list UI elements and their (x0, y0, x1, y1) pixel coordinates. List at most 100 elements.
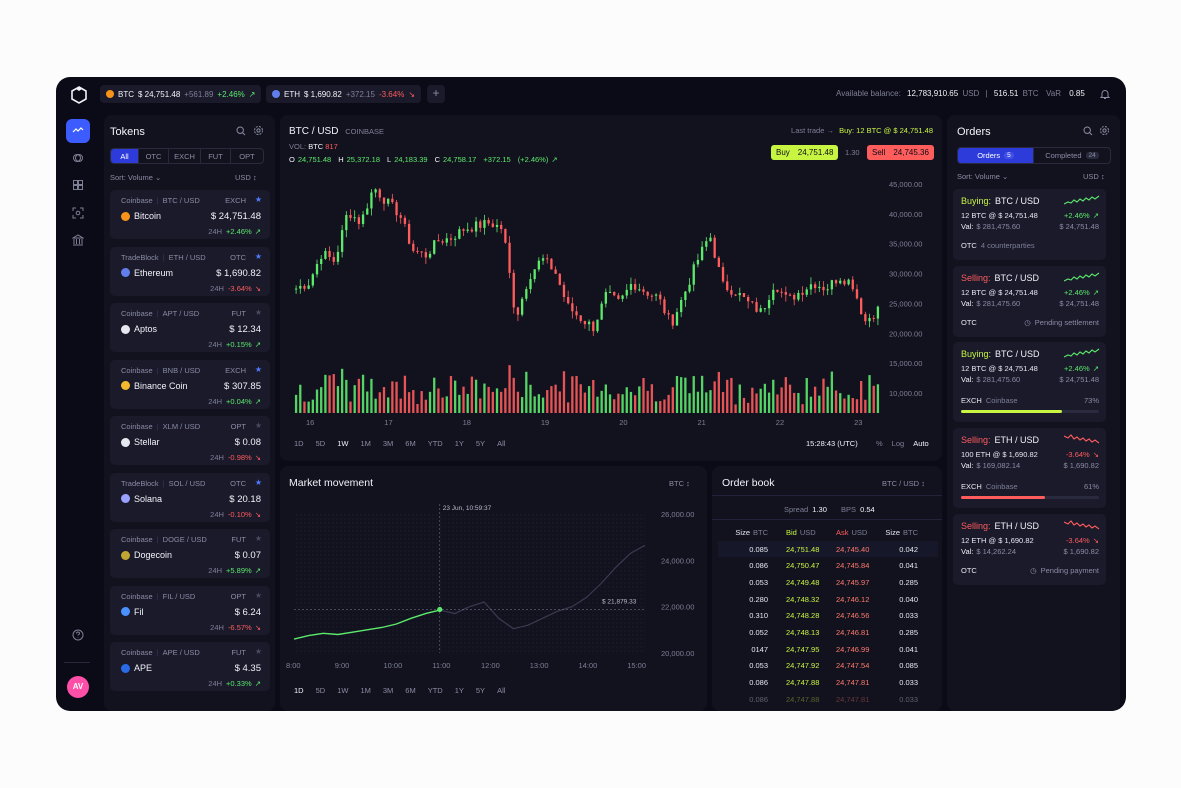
ob-row[interactable]: 0.052 24,748.13 24,746.81 0.285 (718, 624, 938, 641)
range-1d[interactable]: 1D (294, 686, 304, 695)
star-icon[interactable]: ★ (255, 365, 262, 374)
nav-bank[interactable] (66, 228, 90, 252)
filter-all[interactable]: All (111, 149, 139, 163)
gear-icon[interactable] (1099, 125, 1110, 136)
token-card[interactable]: Coinbase | APT / USD FUT ★ Aptos $ 12.34 24H +0.… (110, 303, 270, 352)
range-5y[interactable]: 5Y (476, 686, 485, 695)
order-card[interactable]: Buying: BTC / USD 12 BTC @ $ 24,751.48 Val:… (953, 189, 1106, 260)
range-1m[interactable]: 1M (360, 439, 370, 448)
ticker-eth[interactable]: ETH $ 1,690.82 +372.15 -3.64% ↘ (266, 85, 422, 103)
ob-row[interactable]: 0.085 24,751.48 24,745.40 0.042 (718, 540, 938, 558)
range-all[interactable]: All (497, 439, 505, 448)
search-icon[interactable] (236, 126, 246, 136)
auto-toggle[interactable]: Auto (913, 439, 928, 448)
range-3m[interactable]: 3M (383, 686, 393, 695)
token-card[interactable]: TradeBlock | ETH / USD OTC ★ Ethereum $ 1,690.… (110, 246, 270, 296)
log-toggle[interactable]: Log (892, 439, 905, 448)
mm-currency-dropdown[interactable]: BTC ↕ (669, 479, 690, 488)
range-5d[interactable]: 5D (316, 686, 326, 695)
candle-body (328, 250, 331, 257)
ticker-btc[interactable]: BTC $ 24,751.48 +561.89 +2.46% ↗ (100, 85, 262, 103)
highlight-point[interactable] (437, 606, 443, 613)
sell-label: Sell (872, 148, 886, 157)
currency-dropdown[interactable]: USD ↕ (235, 173, 257, 182)
range-6m[interactable]: 6M (405, 686, 415, 695)
range-1d[interactable]: 1D (294, 439, 304, 448)
gear-icon[interactable] (253, 125, 264, 136)
volume-bar (692, 376, 695, 413)
tab-completed[interactable]: Completed 24 (1034, 148, 1110, 163)
filter-exch[interactable]: EXCH (169, 149, 201, 163)
star-icon[interactable]: ★ (255, 195, 262, 204)
ob-row[interactable]: 0.086 24,750.47 24,745.84 0.041 (718, 557, 938, 574)
star-icon[interactable]: ★ (255, 534, 262, 543)
star-icon[interactable]: ★ (255, 308, 262, 317)
token-card[interactable]: Coinbase | FIL / USD OPT ★ Fil $ 6.24 24H -6.57%… (110, 585, 270, 635)
volume-bar (721, 392, 725, 413)
star-icon[interactable]: ★ (255, 478, 262, 487)
avatar[interactable]: AV (67, 676, 89, 698)
range-1w[interactable]: 1W (337, 439, 348, 448)
order-change: +2.46% ↗ (1064, 288, 1099, 297)
token-card[interactable]: TradeBlock | SOL / USD OTC ★ Solana $ 20.18 24H… (110, 472, 270, 522)
y-tick-label: 45,000.00 (889, 180, 922, 189)
ob-row[interactable]: 0.053 24,749.48 24,745.97 0.285 (718, 574, 938, 591)
nav-scan[interactable] (66, 201, 90, 225)
ob-row[interactable]: 0147 24,747.95 24,746.99 0.041 (718, 641, 938, 658)
star-icon[interactable]: ★ (255, 647, 262, 656)
order-card[interactable]: Selling: BTC / USD 12 BTC @ $ 24,751.48 Val… (953, 266, 1106, 337)
nav-dashboard[interactable] (66, 173, 90, 197)
sort-dropdown[interactable]: Sort: Volume ⌄ (110, 173, 161, 182)
candlestick-chart[interactable]: 45,000.00 40,000.00 35,000.00 30,000.00 25,0… (280, 170, 942, 433)
range-1w[interactable]: 1W (337, 686, 348, 695)
orders-sort-dropdown[interactable]: Sort: Volume ⌄ (957, 172, 1008, 181)
token-card[interactable]: Coinbase | BTC / USD EXCH ★ Bitcoin $ 24,751.4… (110, 190, 270, 239)
range-5y[interactable]: 5Y (476, 439, 485, 448)
filter-opt[interactable]: OPT (231, 149, 263, 163)
range-all[interactable]: All (497, 686, 505, 695)
range-ytd[interactable]: YTD (428, 686, 443, 695)
ob-row[interactable]: 0.086 24,747.88 24,747.81 0.033 (718, 674, 938, 691)
ob-row[interactable]: 0.053 24,747.92 24,747.54 0.085 (718, 658, 938, 675)
bell-icon[interactable] (1099, 88, 1111, 100)
star-icon[interactable]: ★ (255, 591, 262, 600)
ob-row[interactable]: 0.310 24,748.28 24,746.56 0.033 (718, 607, 938, 624)
token-card[interactable]: Coinbase | APE / USD FUT ★ APE $ 4.35 24H +0.33%… (110, 642, 270, 691)
arrow-up-icon: ↗ (254, 679, 261, 688)
tab-orders[interactable]: Orders 5 (958, 148, 1034, 163)
star-icon[interactable]: ★ (255, 252, 262, 261)
range-1m[interactable]: 1M (360, 686, 370, 695)
order-card[interactable]: Selling: ETH / USD 12 ETH @ $ 1,690.82 Val:… (953, 514, 1106, 585)
range-6m[interactable]: 6M (405, 439, 415, 448)
range-5d[interactable]: 5D (316, 439, 326, 448)
add-ticker-button[interactable]: + (427, 85, 445, 103)
range-1y[interactable]: 1Y (455, 686, 464, 695)
ob-bid-price: 24,748.32 (786, 594, 820, 604)
percent-toggle[interactable]: % (876, 439, 883, 448)
ob-pair-dropdown[interactable]: BTC / USD ↕ (882, 479, 925, 488)
star-icon[interactable]: ★ (255, 421, 262, 430)
nav-help[interactable] (66, 623, 90, 647)
search-icon[interactable] (1083, 126, 1093, 136)
sell-button[interactable]: Sell 24,745.36 (867, 145, 934, 160)
order-card[interactable]: Buying: BTC / USD 12 BTC @ $ 24,751.48 Val:… (953, 342, 1106, 422)
range-ytd[interactable]: YTD (428, 439, 443, 448)
logo-icon[interactable] (70, 86, 88, 104)
order-price: $ 1,690.82 (1063, 461, 1099, 470)
range-1y[interactable]: 1Y (455, 439, 464, 448)
market-movement-chart[interactable]: 26,000.00 24,000.00 22,000.00 20,000.00 8:00… (280, 498, 707, 680)
range-3m[interactable]: 3M (383, 439, 393, 448)
nav-trade[interactable] (66, 119, 90, 143)
token-card[interactable]: Coinbase | BNB / USD EXCH ★ Binance Coin $ 307… (110, 359, 270, 409)
buy-button[interactable]: Buy 24,751.48 (771, 145, 839, 160)
nav-exchange[interactable] (66, 146, 90, 170)
orders-currency-dropdown[interactable]: USD ↕ (1083, 172, 1105, 181)
filter-fut[interactable]: FUT (201, 149, 231, 163)
ob-ask-price: 24,747.81 (836, 694, 870, 704)
order-card[interactable]: Selling: ETH / USD 100 ETH @ $ 1,690.82 Val… (953, 428, 1106, 508)
token-card[interactable]: Coinbase | XLM / USD OPT ★ Stellar $ 0.08 24H -0… (110, 416, 270, 465)
ob-row[interactable]: 0.086 24,747.88 24,747.81 0.033 (718, 691, 938, 708)
token-card[interactable]: Coinbase | DOGE / USD FUT ★ Dogecoin $ 0.07 24H… (110, 529, 270, 578)
ob-row[interactable]: 0.280 24,748.32 24,746.12 0.040 (718, 591, 938, 608)
filter-otc[interactable]: OTC (139, 149, 169, 163)
